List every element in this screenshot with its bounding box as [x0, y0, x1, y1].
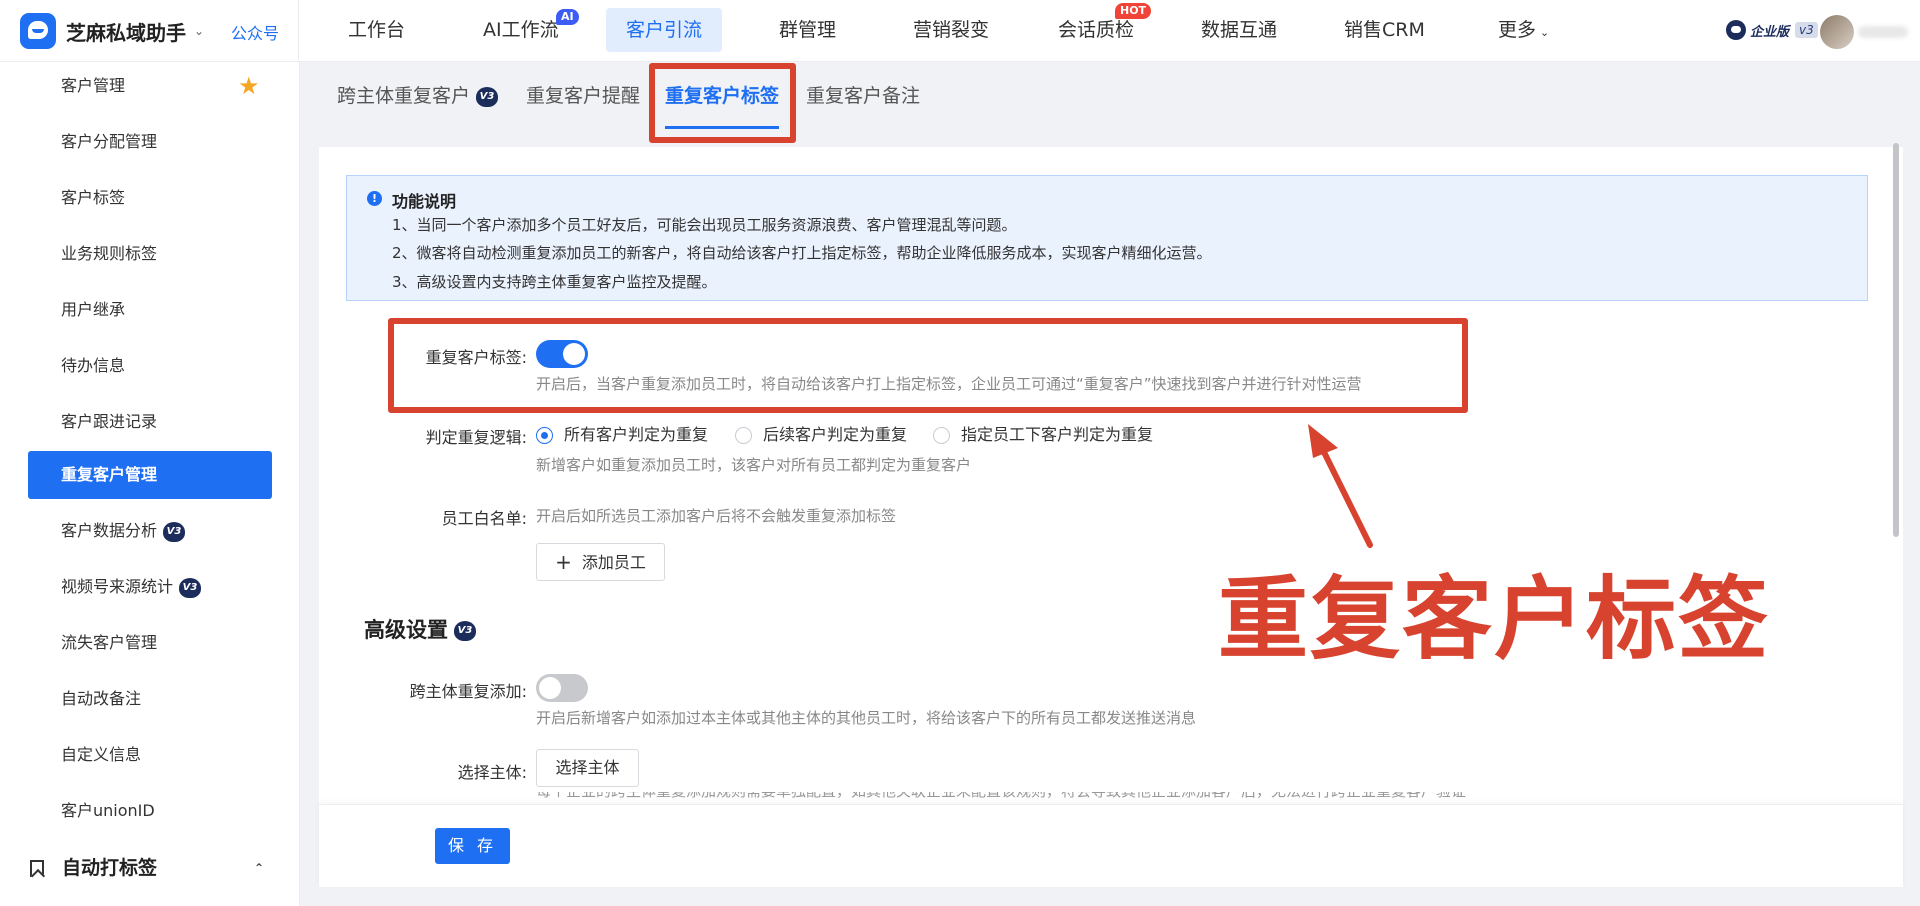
annotation-caption: 重复客户标签	[1218, 567, 1770, 672]
annotation-arrow-icon	[1308, 424, 1373, 548]
